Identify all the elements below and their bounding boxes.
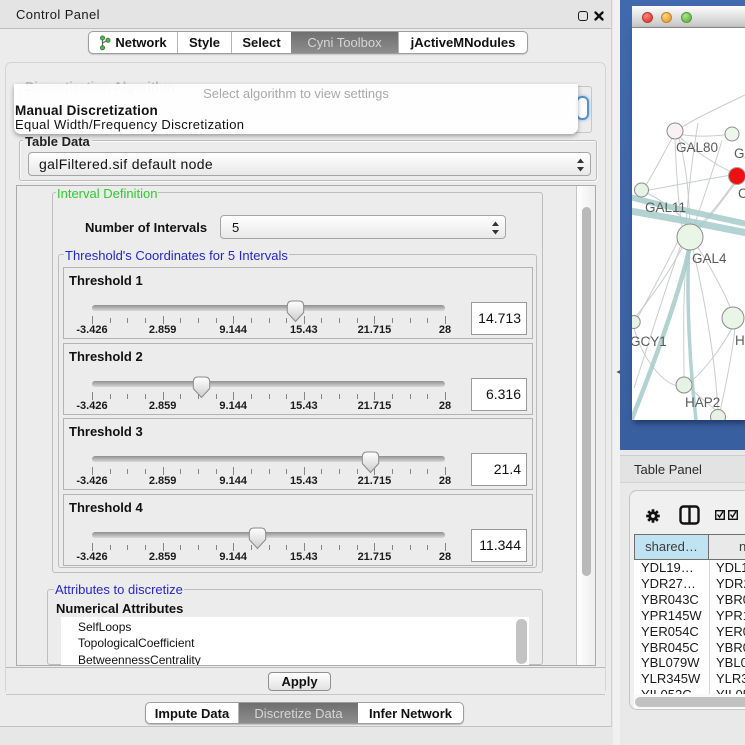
- svg-text:GAL4: GAL4: [692, 251, 727, 266]
- svg-text:HAP2: HAP2: [685, 395, 720, 410]
- svg-text:GAL80: GAL80: [676, 140, 718, 155]
- svg-text:GCY1: GCY1: [632, 334, 667, 349]
- svg-text:C: C: [738, 186, 745, 201]
- svg-text:GAL11: GAL11: [645, 200, 686, 215]
- svg-text:GA: GA: [734, 146, 745, 161]
- svg-text:H: H: [735, 333, 745, 348]
